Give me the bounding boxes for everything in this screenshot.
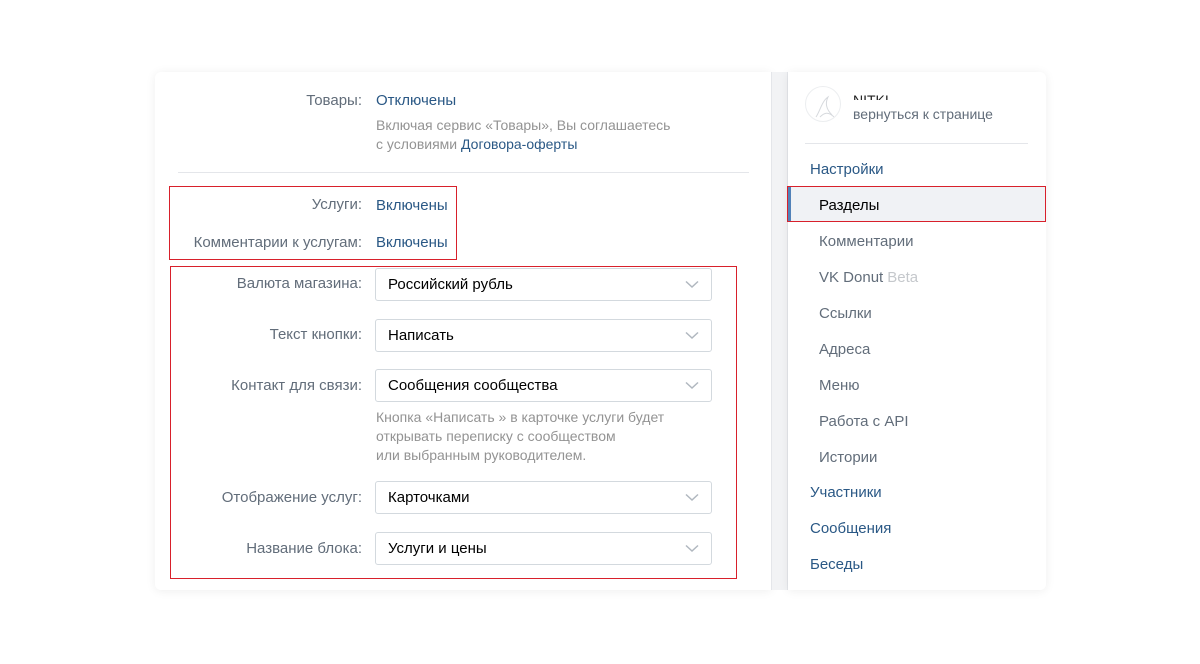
vk-donut-label: VK Donut	[819, 269, 884, 286]
goods-hint-line1: Включая сервис «Товары», Вы соглашаетесь	[376, 117, 671, 133]
sidebar-item-stories[interactable]: Истории	[819, 449, 877, 466]
currency-select[interactable]: Российский рубль	[375, 268, 712, 301]
chevron-down-icon	[685, 331, 699, 340]
sidebar-item-vk-donut[interactable]: VK Donut Beta	[819, 269, 918, 286]
sidebar-item-menu[interactable]: Меню	[819, 377, 860, 394]
contact-hint: Кнопка «Написать » в карточке услуги буд…	[376, 408, 664, 465]
currency-select-value: Российский рубль	[388, 276, 513, 293]
offer-agreement-link[interactable]: Договора-оферты	[461, 136, 577, 152]
block-name-select[interactable]: Услуги и цены	[375, 532, 712, 565]
services-label: Услуги:	[311, 196, 362, 213]
sidebar-item-api[interactable]: Работа с API	[819, 413, 909, 430]
sidebar-item-addresses[interactable]: Адреса	[819, 341, 870, 358]
sidebar-item-chats[interactable]: Беседы	[810, 556, 863, 573]
contact-hint-line1: Кнопка «Написать » в карточке услуги буд…	[376, 409, 665, 425]
contact-select[interactable]: Сообщения сообщества	[375, 369, 712, 402]
group-name: NITKI	[853, 92, 889, 100]
service-comments-label: Комментарии к услугам:	[193, 234, 362, 251]
currency-label: Валюта магазина:	[236, 275, 362, 292]
chevron-down-icon	[685, 280, 699, 289]
chevron-down-icon	[685, 493, 699, 502]
contact-hint-line2: открывать переписку с сообществом	[376, 428, 616, 444]
goods-hint-prefix: с условиями	[376, 136, 462, 152]
settings-sidebar	[788, 72, 1046, 590]
section-divider	[178, 172, 749, 173]
goods-label: Товары:	[306, 92, 362, 109]
display-select-value: Карточками	[388, 489, 470, 506]
contact-select-value: Сообщения сообщества	[388, 377, 558, 394]
goods-hint: Включая сервис «Товары», Вы соглашаетесь…	[376, 116, 670, 154]
sidebar-item-comments[interactable]: Комментарии	[819, 233, 913, 250]
button-text-select-value: Написать	[388, 327, 454, 344]
group-avatar[interactable]	[805, 86, 841, 122]
services-toggle-link[interactable]: Включены	[376, 197, 448, 214]
back-to-page-link[interactable]: вернуться к странице	[853, 106, 993, 122]
service-comments-toggle-link[interactable]: Включены	[376, 234, 448, 251]
button-text-select[interactable]: Написать	[375, 319, 712, 352]
beta-badge: Beta	[887, 269, 919, 286]
block-name-label: Название блока:	[246, 540, 362, 557]
display-select[interactable]: Карточками	[375, 481, 712, 514]
block-name-select-value: Услуги и цены	[388, 540, 487, 557]
sidebar-item-settings[interactable]: Настройки	[810, 161, 884, 178]
sidebar-active-indicator	[788, 187, 791, 222]
chevron-down-icon	[685, 381, 699, 390]
goods-toggle-link[interactable]: Отключены	[376, 92, 456, 109]
sidebar-item-sections[interactable]: Разделы	[819, 197, 879, 214]
button-text-label: Текст кнопки:	[269, 326, 362, 343]
contact-label: Контакт для связи:	[231, 377, 362, 394]
contact-hint-line3: или выбранным руководителем.	[376, 447, 587, 463]
chevron-down-icon	[685, 544, 699, 553]
sidebar-divider	[805, 143, 1028, 144]
display-label: Отображение услуг:	[221, 489, 362, 506]
sidebar-item-members[interactable]: Участники	[810, 484, 882, 501]
goods-hint-line2: с условиями Договора-оферты	[376, 135, 670, 154]
sidebar-item-messages[interactable]: Сообщения	[810, 520, 891, 537]
sidebar-item-links[interactable]: Ссылки	[819, 305, 872, 322]
panel-separator	[771, 72, 788, 590]
